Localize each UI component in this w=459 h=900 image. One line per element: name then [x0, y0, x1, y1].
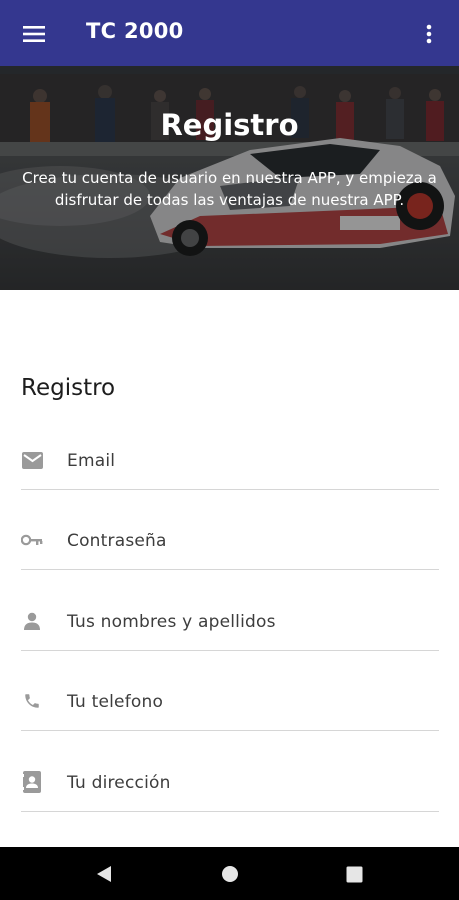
full-name-field-label: Tus nombres y apellidos [67, 612, 276, 632]
phone-icon [21, 690, 43, 712]
person-icon [21, 610, 43, 632]
password-field-label: Contraseña [67, 531, 167, 551]
mail-icon [21, 449, 43, 471]
back-triangle-icon[interactable] [91, 861, 117, 887]
hero-banner: Registro Crea tu cuenta de usuario en nu… [0, 66, 459, 290]
phone-field-label: Tu telefono [67, 692, 164, 712]
system-nav-bar [0, 847, 459, 900]
phone-field[interactable]: Tu telefono [21, 672, 439, 731]
email-field[interactable]: Email [21, 431, 439, 490]
key-icon [21, 529, 43, 551]
hamburger-menu-icon[interactable] [14, 14, 54, 54]
app-title: TC 2000 [86, 19, 184, 43]
form-title: Registro [21, 375, 116, 401]
full-name-field[interactable]: Tus nombres y apellidos [21, 592, 439, 651]
contact-card-icon [21, 771, 43, 793]
address-field-label: Tu dirección [67, 773, 171, 793]
home-circle-icon[interactable] [217, 861, 243, 887]
screen: TC 2000 Registro Crea tu cuenta de usuar… [0, 0, 459, 900]
hero-title: Registro [160, 108, 299, 142]
app-bar: TC 2000 [0, 0, 459, 66]
password-field[interactable]: Contraseña [21, 511, 439, 570]
address-field[interactable]: Tu dirección [21, 753, 439, 812]
email-field-label: Email [67, 451, 116, 471]
hero-subtitle: Crea tu cuenta de usuario en nuestra APP… [22, 169, 437, 209]
recents-square-icon[interactable] [341, 861, 367, 887]
more-vertical-icon[interactable] [409, 14, 449, 54]
